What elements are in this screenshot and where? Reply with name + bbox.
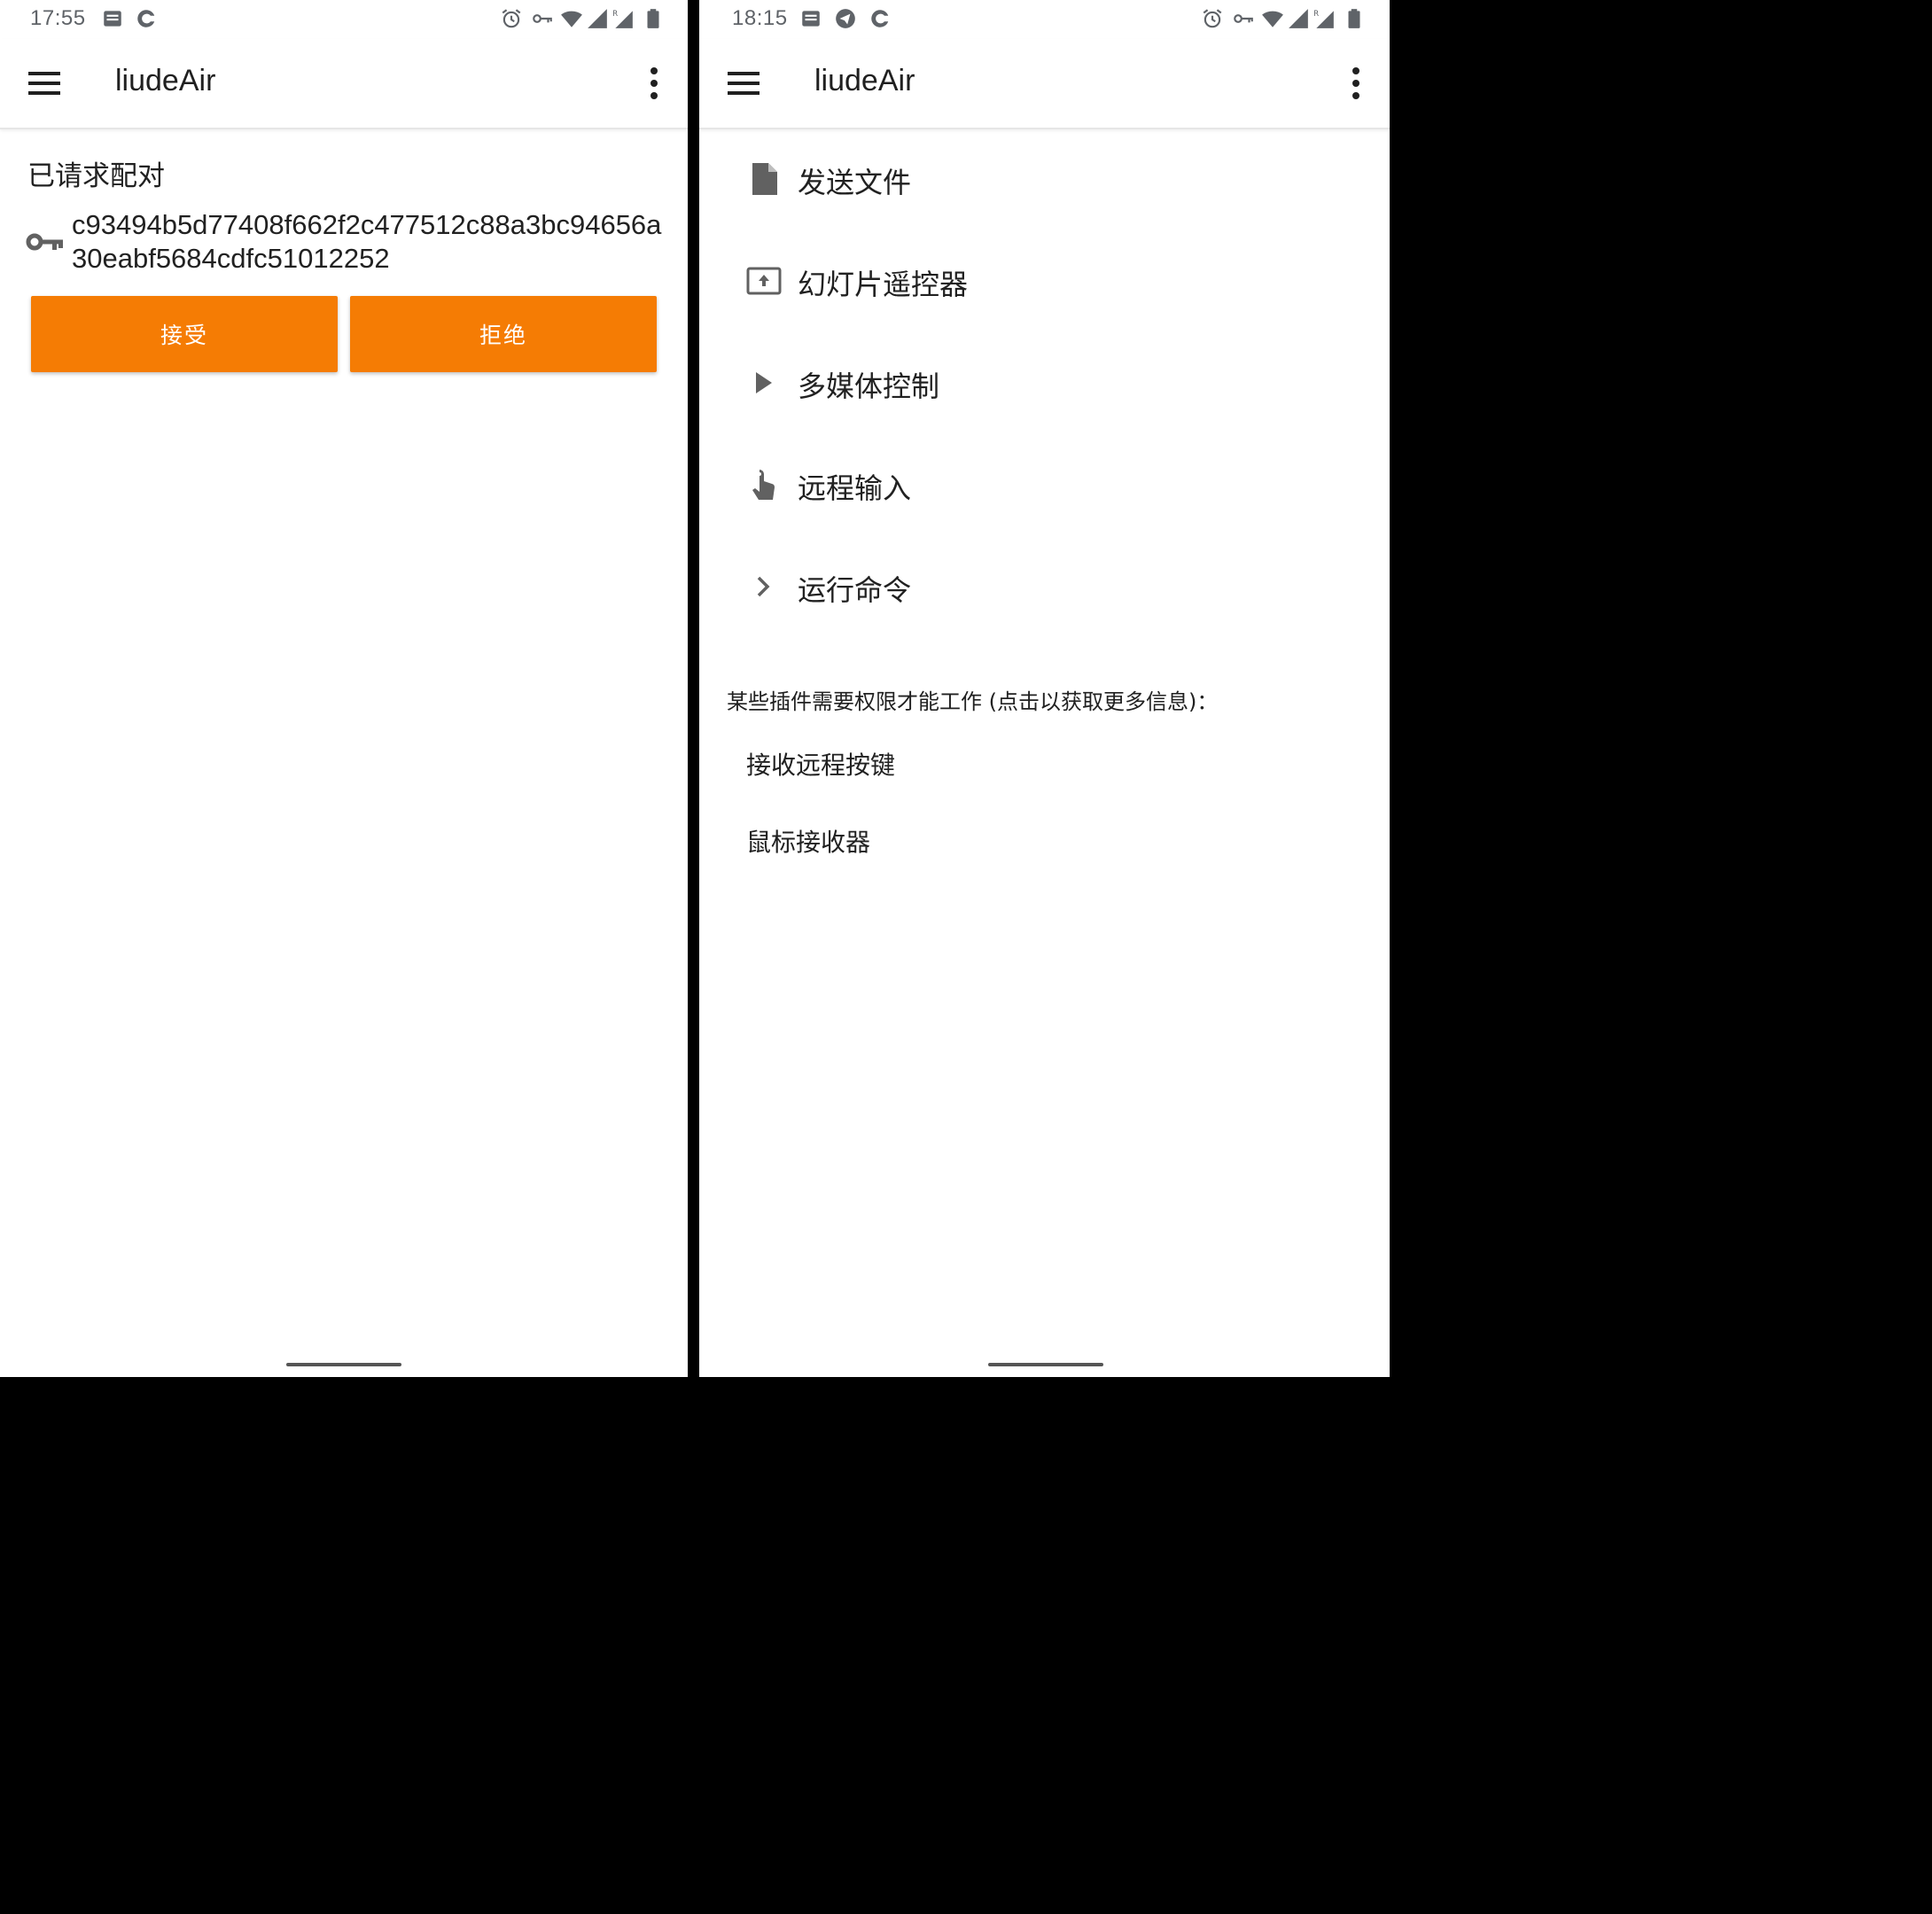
status-time: 18:15 bbox=[732, 6, 788, 30]
telegram-icon bbox=[834, 7, 857, 30]
signal-roaming-icon: R bbox=[1313, 7, 1336, 30]
wifi-icon bbox=[1261, 7, 1284, 30]
plugin-send-file[interactable]: 发送文件 bbox=[699, 143, 1390, 214]
app-toolbar: liudeAir bbox=[699, 39, 1390, 129]
key-icon bbox=[26, 229, 65, 255]
plugin-run-command[interactable]: 运行命令 bbox=[699, 550, 1390, 621]
more-vert-icon[interactable] bbox=[1338, 58, 1374, 108]
more-vert-icon[interactable] bbox=[636, 58, 672, 108]
vpn-key-icon bbox=[1232, 7, 1255, 30]
toolbar-title: liudeAir bbox=[814, 64, 915, 97]
hamburger-menu-icon[interactable] bbox=[19, 58, 69, 108]
plugin-label: 发送文件 bbox=[798, 166, 912, 199]
notification-icon bbox=[101, 7, 124, 30]
accept-button[interactable]: 接受 bbox=[31, 296, 338, 372]
chevron-right-icon bbox=[745, 568, 783, 605]
presentation-icon bbox=[745, 262, 783, 300]
plugin-label: 运行命令 bbox=[798, 573, 912, 607]
notification-icon bbox=[799, 7, 822, 30]
permission-item-mouse-receiver[interactable]: 鼠标接收器 bbox=[746, 823, 870, 859]
reject-button[interactable]: 拒绝 bbox=[350, 296, 657, 372]
svg-text:R: R bbox=[612, 10, 618, 19]
vpn-key-icon bbox=[531, 7, 554, 30]
svg-text:R: R bbox=[1313, 10, 1319, 19]
permission-note: 某些插件需要权限才能工作 (点击以获取更多信息)： bbox=[727, 689, 1219, 714]
plugin-label: 幻灯片遥控器 bbox=[798, 268, 969, 301]
app-toolbar: liudeAir bbox=[0, 39, 688, 129]
status-bar: 18:15 R bbox=[699, 0, 1390, 39]
file-icon bbox=[745, 160, 783, 198]
status-bar: 17:55 R bbox=[0, 0, 688, 39]
right-screen: 18:15 R liudeAir 发送文件 幻灯片遥控器 多媒体控制 远程输入 … bbox=[699, 0, 1390, 1377]
pairing-requested-heading: 已请求配对 bbox=[27, 160, 165, 192]
plugin-media-control[interactable]: 多媒体控制 bbox=[699, 346, 1390, 417]
signal-icon bbox=[1287, 7, 1310, 30]
battery-icon bbox=[1343, 7, 1366, 30]
battery-icon bbox=[642, 7, 665, 30]
alarm-icon bbox=[500, 7, 523, 30]
plugin-label: 多媒体控制 bbox=[798, 370, 940, 403]
touch-icon bbox=[745, 466, 783, 503]
alarm-icon bbox=[1201, 7, 1224, 30]
plugin-remote-input[interactable]: 远程输入 bbox=[699, 448, 1390, 519]
signal-roaming-icon: R bbox=[612, 7, 635, 30]
left-screen: 17:55 R liudeAir 已请求配对 c93494b5d77408f66… bbox=[0, 0, 688, 1377]
signal-icon bbox=[586, 7, 609, 30]
permission-item-remote-keys[interactable]: 接收远程按键 bbox=[746, 746, 895, 782]
gesture-nav-handle[interactable] bbox=[286, 1363, 401, 1366]
pairing-key: c93494b5d77408f662f2c477512c88a3bc94656a… bbox=[72, 209, 662, 274]
play-icon bbox=[745, 364, 783, 401]
plugin-label: 远程输入 bbox=[798, 471, 912, 505]
sync-icon bbox=[135, 7, 158, 30]
status-time: 17:55 bbox=[30, 6, 86, 30]
toolbar-title: liudeAir bbox=[115, 64, 216, 97]
gesture-nav-handle[interactable] bbox=[988, 1363, 1103, 1366]
wifi-icon bbox=[560, 7, 583, 30]
plugin-slideshow-remote[interactable]: 幻灯片遥控器 bbox=[699, 245, 1390, 315]
sync-icon bbox=[869, 7, 892, 30]
hamburger-menu-icon[interactable] bbox=[719, 58, 768, 108]
